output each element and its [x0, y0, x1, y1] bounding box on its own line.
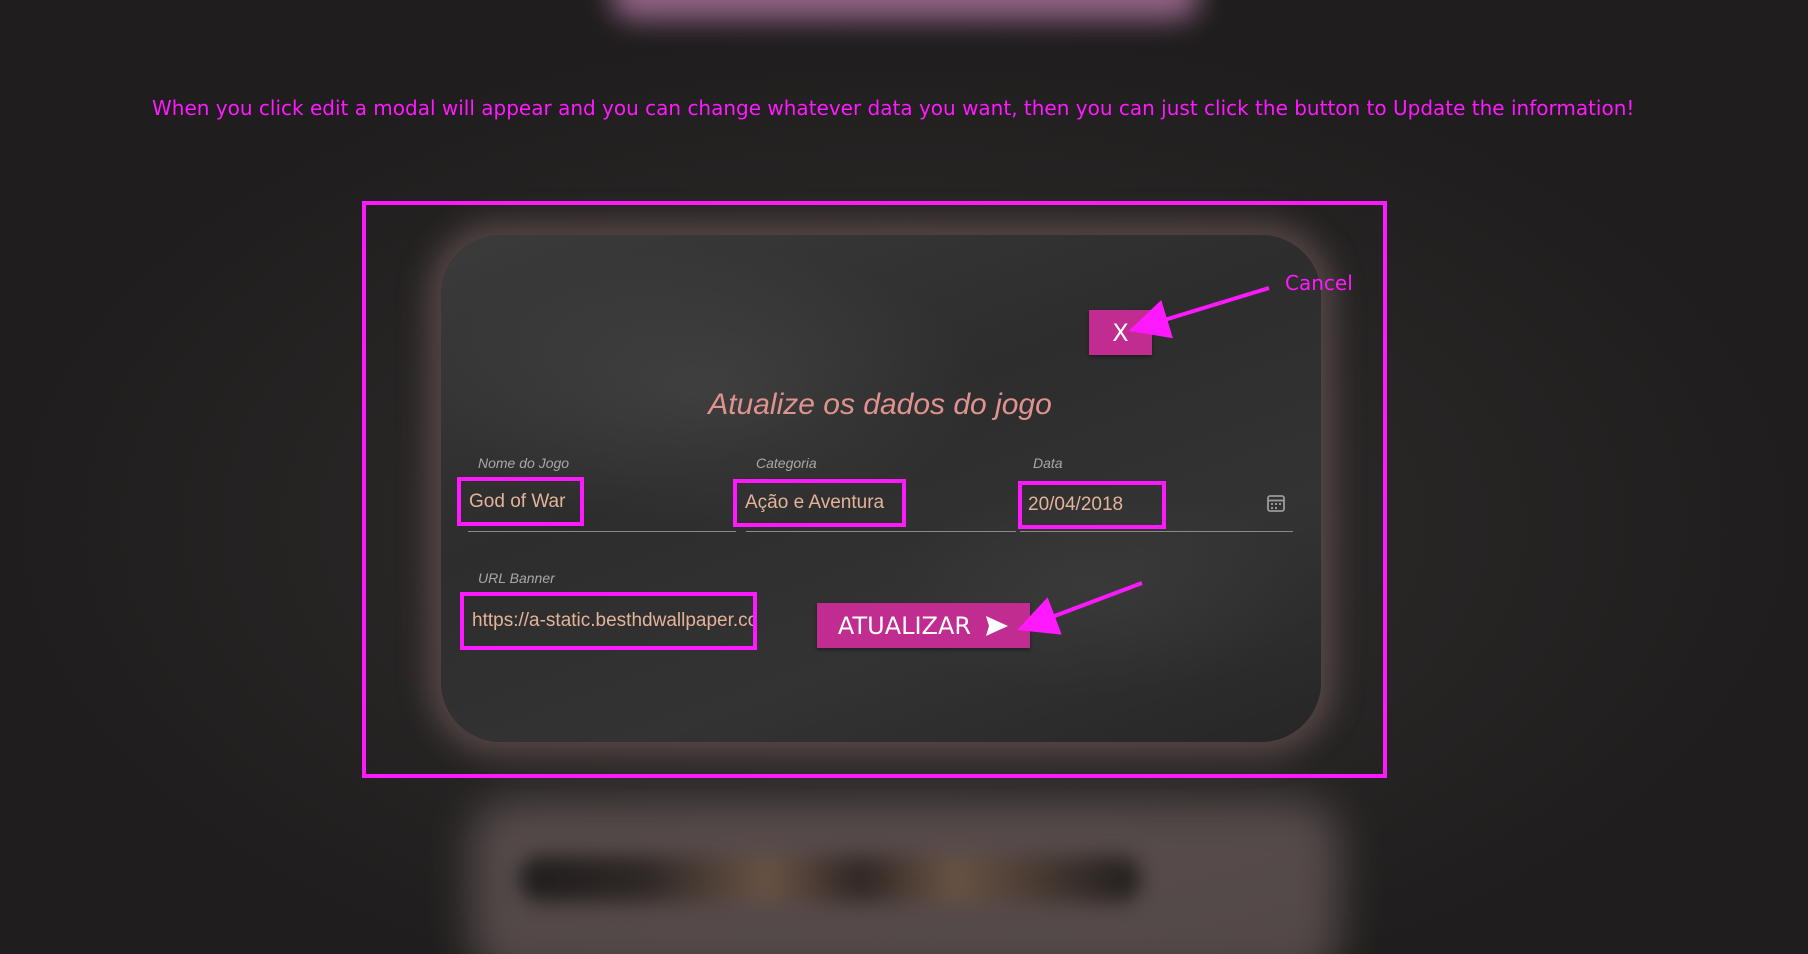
category-label: Categoria [756, 455, 817, 471]
game-name-label: Nome do Jogo [478, 455, 570, 471]
category-value: Ação e Aventura [745, 492, 885, 513]
calendar-icon[interactable] [1266, 493, 1286, 513]
update-button[interactable]: ATUALIZAR [817, 603, 1030, 648]
background-bottom-bar [520, 856, 1140, 902]
date-label: Data [1033, 455, 1063, 471]
game-name-value: God of War [469, 490, 566, 512]
annotation-description: When you click edit a modal will appear … [152, 96, 1635, 120]
category-underline [746, 531, 1016, 532]
date-input[interactable]: 20/04/2018 [1018, 481, 1166, 529]
banner-url-value: https://a-static.besthdwallpaper.com [472, 610, 757, 631]
update-button-label: ATUALIZAR [837, 611, 972, 640]
date-underline [1020, 531, 1293, 532]
annotation-cancel-label: Cancel [1285, 271, 1353, 295]
background-top-glow [610, 0, 1200, 20]
banner-url-input[interactable]: https://a-static.besthdwallpaper.com [460, 592, 757, 650]
close-modal-button[interactable]: X [1089, 310, 1152, 355]
game-name-input[interactable]: God of War [457, 477, 584, 526]
date-value: 20/04/2018 [1028, 494, 1124, 515]
game-name-underline [468, 531, 736, 532]
send-icon [986, 615, 1009, 636]
modal-title: Atualize os dados do jogo [708, 388, 1052, 421]
banner-url-label: URL Banner [478, 570, 555, 586]
category-input[interactable]: Ação e Aventura [733, 479, 906, 527]
